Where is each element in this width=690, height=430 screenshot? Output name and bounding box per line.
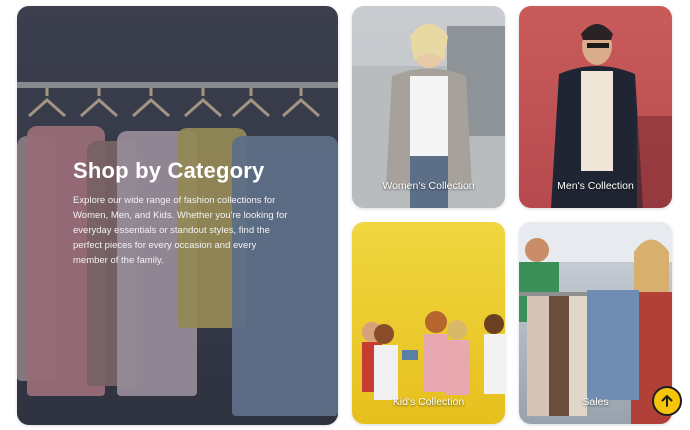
- model-photo-kids: [362, 311, 505, 400]
- section-description: Explore our wide range of fashion collec…: [73, 195, 288, 266]
- category-label: Sales: [582, 396, 609, 408]
- model-photo-women: [352, 23, 505, 208]
- category-card-women[interactable]: Women's Collection: [352, 6, 505, 208]
- category-label: Women's Collection: [382, 180, 475, 192]
- category-card-men[interactable]: Men's Collection: [519, 6, 672, 208]
- model-photo-sales: [519, 222, 672, 424]
- shop-by-category-card: Shop by Category Explore our wide range …: [17, 6, 338, 425]
- model-photo-men: [551, 24, 672, 208]
- category-label: Kid's Collection: [392, 396, 465, 408]
- section-title: Shop by Category: [73, 158, 265, 183]
- category-label: Men's Collection: [557, 180, 634, 192]
- category-card-kids[interactable]: Kid's Collection: [352, 222, 505, 424]
- category-card-sales[interactable]: Sales: [519, 222, 672, 424]
- arrow-up-icon: [661, 395, 673, 407]
- scroll-to-top-button[interactable]: [652, 386, 682, 416]
